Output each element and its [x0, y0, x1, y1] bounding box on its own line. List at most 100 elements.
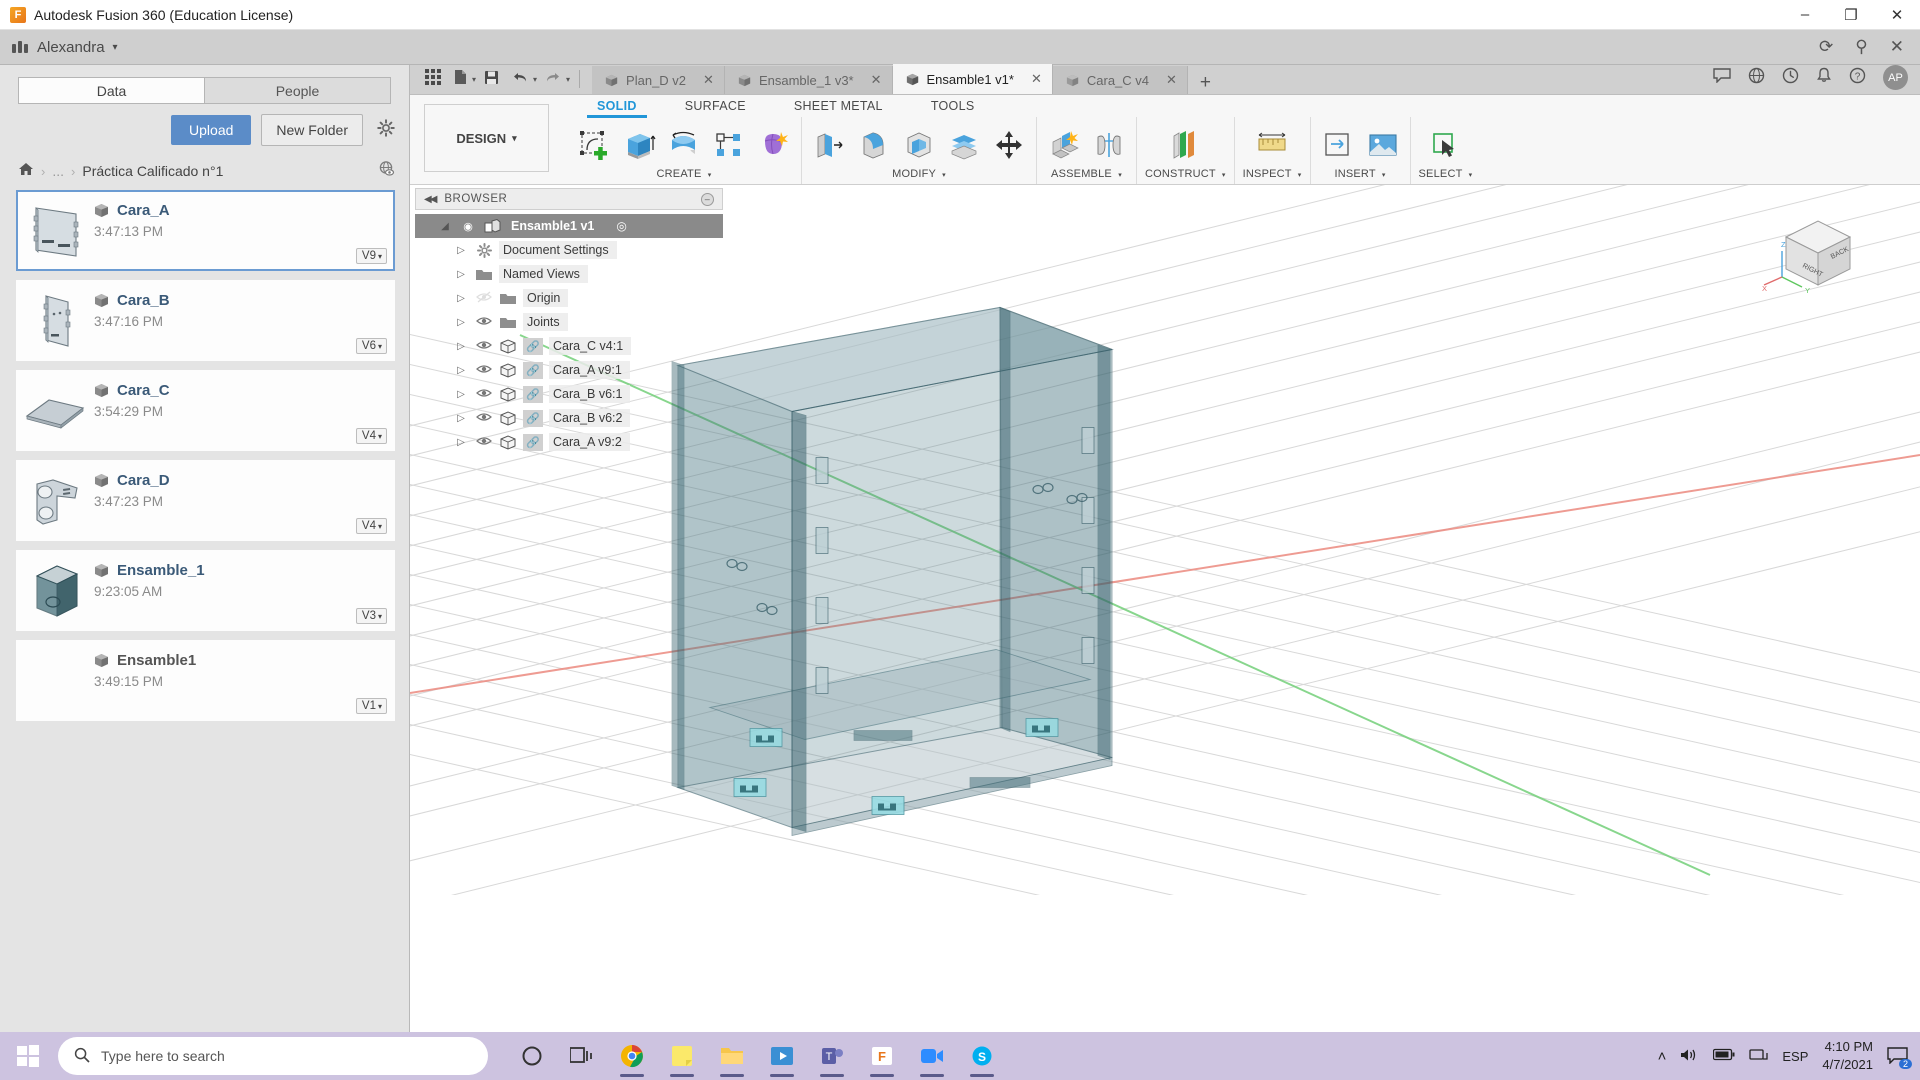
new-tab-button[interactable]: +: [1188, 72, 1223, 94]
maximize-button[interactable]: ❐: [1828, 0, 1874, 29]
visibility-icon[interactable]: [475, 339, 493, 354]
teams-icon[interactable]: T: [812, 1034, 852, 1078]
new-file-icon[interactable]: [449, 69, 472, 89]
link-icon[interactable]: 🔗: [523, 362, 543, 379]
list-item[interactable]: Cara_B 3:47:16 PM V6▾: [16, 280, 395, 361]
bell-icon[interactable]: [1816, 67, 1832, 89]
pattern-icon[interactable]: [710, 125, 748, 165]
close-button[interactable]: ✕: [1874, 0, 1920, 29]
tree-item-cara-a-v9-1[interactable]: ▷ 🔗 Cara_A v9:1: [415, 358, 723, 382]
expand-arrow-icon[interactable]: ▷: [453, 293, 469, 304]
chevron-down-icon[interactable]: ▾: [1222, 172, 1226, 179]
tree-item-cara-c-v4-1[interactable]: ▷ 🔗 Cara_C v4:1: [415, 334, 723, 358]
chevron-down-icon[interactable]: ▾: [708, 172, 712, 179]
undo-caret-icon[interactable]: ▾: [533, 75, 537, 84]
visibility-icon[interactable]: [475, 315, 493, 330]
expand-arrow-icon[interactable]: ▷: [453, 317, 469, 328]
list-item[interactable]: Ensamble_1 9:23:05 AM V3▾: [16, 550, 395, 631]
version-badge[interactable]: V4▾: [356, 428, 387, 444]
tab-surface[interactable]: SURFACE: [661, 99, 770, 113]
chevron-down-icon[interactable]: ▾: [942, 172, 946, 179]
media-player-icon[interactable]: [762, 1034, 802, 1078]
minimize-button[interactable]: –: [1782, 0, 1828, 29]
visibility-icon[interactable]: [475, 387, 493, 402]
create-sketch-icon[interactable]: [575, 125, 613, 165]
expand-arrow-icon[interactable]: ▷: [453, 365, 469, 376]
zoom-app-icon[interactable]: [912, 1034, 952, 1078]
ribbon-group-label[interactable]: ASSEMBLE: [1051, 168, 1112, 180]
workspace-switcher[interactable]: DESIGN ▾: [424, 104, 549, 172]
joint-icon[interactable]: [1090, 125, 1128, 165]
chevron-down-icon[interactable]: ▾: [1118, 172, 1122, 179]
move-copy-icon[interactable]: [990, 125, 1028, 165]
tab-tools[interactable]: TOOLS: [907, 99, 999, 113]
offset-plane-icon[interactable]: [1166, 125, 1204, 165]
extrude-icon[interactable]: [620, 125, 658, 165]
visibility-icon[interactable]: [475, 435, 493, 450]
version-badge[interactable]: V6▾: [356, 338, 387, 354]
taskbar-clock[interactable]: 4:10 PM 4/7/2021: [1822, 1038, 1873, 1073]
globe-eye-icon[interactable]: [378, 160, 395, 182]
close-icon[interactable]: ✕: [1156, 72, 1177, 88]
expand-arrow-icon[interactable]: ◢: [437, 221, 453, 232]
visibility-icon[interactable]: [475, 411, 493, 426]
expand-arrow-icon[interactable]: ▷: [453, 389, 469, 400]
ribbon-group-label[interactable]: CONSTRUCT: [1145, 168, 1216, 180]
list-item[interactable]: Cara_A 3:47:13 PM V9▾: [16, 190, 395, 271]
clock-icon[interactable]: [1782, 67, 1799, 89]
breadcrumb-ellipsis[interactable]: ...: [52, 163, 64, 179]
offset-face-icon[interactable]: [945, 125, 983, 165]
shell-icon[interactable]: [900, 125, 938, 165]
link-icon[interactable]: 🔗: [523, 434, 543, 451]
tree-item-named-views[interactable]: ▷ Named Views: [415, 262, 723, 286]
measure-icon[interactable]: [1253, 125, 1291, 165]
tree-item-document-settings[interactable]: ▷ Document Settings: [415, 238, 723, 262]
chevron-down-icon[interactable]: ▾: [113, 42, 118, 53]
ribbon-group-label[interactable]: CREATE: [657, 168, 702, 180]
battery-icon[interactable]: [1713, 1048, 1735, 1064]
tree-item-root[interactable]: ◢ ◉ Ensamble1 v1 ◎: [415, 214, 723, 238]
list-item[interactable]: Cara_D 3:47:23 PM V4▾: [16, 460, 395, 541]
save-icon[interactable]: [479, 70, 504, 89]
version-badge[interactable]: V1▾: [356, 698, 387, 714]
user-name[interactable]: Alexandra: [37, 39, 105, 56]
create-form-icon[interactable]: [755, 125, 793, 165]
insert-derive-icon[interactable]: [1319, 125, 1357, 165]
gear-icon[interactable]: [373, 119, 395, 142]
link-icon[interactable]: 🔗: [523, 410, 543, 427]
skype-icon[interactable]: S: [962, 1034, 1002, 1078]
ribbon-group-label[interactable]: INSPECT: [1243, 168, 1292, 180]
sticky-notes-icon[interactable]: [662, 1034, 702, 1078]
version-badge[interactable]: V9▾: [356, 248, 387, 264]
doc-tab-ensamble-1[interactable]: Ensamble_1 v3* ✕: [725, 66, 893, 94]
tree-item-joints[interactable]: ▷ Joints: [415, 310, 723, 334]
task-view-icon[interactable]: [562, 1034, 602, 1078]
select-icon[interactable]: [1426, 125, 1464, 165]
link-icon[interactable]: 🔗: [523, 338, 543, 355]
ribbon-group-label[interactable]: MODIFY: [892, 168, 936, 180]
visibility-icon[interactable]: [475, 363, 493, 378]
ribbon-group-label[interactable]: SELECT: [1419, 168, 1463, 180]
press-pull-icon[interactable]: [810, 125, 848, 165]
redo-caret-icon[interactable]: ▾: [566, 75, 570, 84]
activate-icon[interactable]: ◎: [616, 219, 626, 233]
version-badge[interactable]: V4▾: [356, 518, 387, 534]
insert-image-icon[interactable]: [1364, 125, 1402, 165]
visibility-off-icon[interactable]: [475, 291, 493, 306]
help-icon[interactable]: ?: [1849, 67, 1866, 89]
expand-arrow-icon[interactable]: ▷: [453, 269, 469, 280]
link-icon[interactable]: 🔗: [523, 386, 543, 403]
collapse-arrows-icon[interactable]: ◀◀: [424, 194, 435, 205]
close-icon[interactable]: ✕: [861, 72, 882, 88]
expand-arrow-icon[interactable]: ▷: [453, 437, 469, 448]
close-panel-icon[interactable]: ✕: [1890, 37, 1904, 57]
chrome-icon[interactable]: [612, 1034, 652, 1078]
grid-apps-icon[interactable]: [420, 69, 446, 89]
tab-sheet-metal[interactable]: SHEET METAL: [770, 99, 907, 113]
speaker-icon[interactable]: [1680, 1047, 1699, 1066]
new-folder-button[interactable]: New Folder: [261, 114, 363, 146]
doc-tab-ensamble1[interactable]: Ensamble1 v1* ✕: [893, 64, 1053, 94]
avatar[interactable]: AP: [1883, 65, 1908, 90]
expand-arrow-icon[interactable]: ▷: [453, 245, 469, 256]
browser-options-icon[interactable]: –: [701, 193, 714, 206]
